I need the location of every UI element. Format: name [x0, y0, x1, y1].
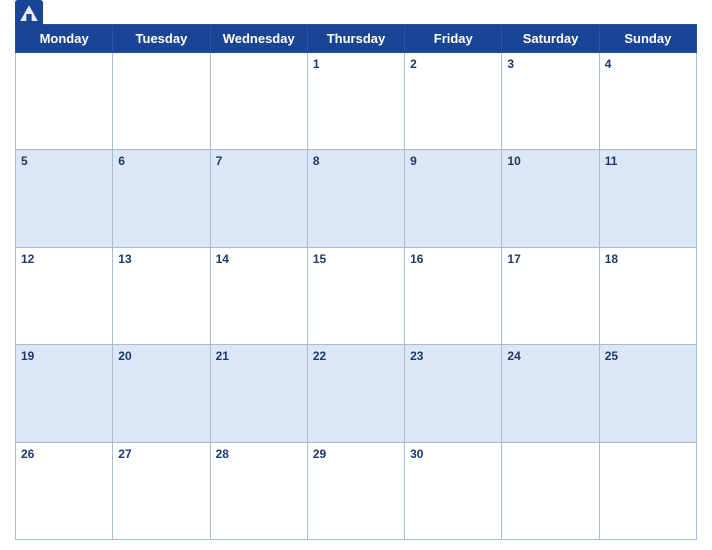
weekday-header-friday: Friday — [405, 25, 502, 53]
day-number: 30 — [410, 447, 423, 461]
calendar-day-empty — [210, 53, 307, 150]
calendar-week-row: 26 27 28 29 30 — [16, 442, 697, 539]
day-number: 2 — [410, 57, 417, 71]
day-number: 22 — [313, 349, 326, 363]
calendar-day-27: 27 — [113, 442, 210, 539]
calendar-day-5: 5 — [16, 150, 113, 247]
day-number: 8 — [313, 154, 320, 168]
day-number: 25 — [605, 349, 618, 363]
logo — [15, 0, 47, 28]
day-number: 28 — [216, 447, 229, 461]
calendar-week-row: 1 2 3 4 — [16, 53, 697, 150]
calendar-day-empty — [16, 53, 113, 150]
calendar-day-15: 15 — [307, 247, 404, 344]
calendar-day-9: 9 — [405, 150, 502, 247]
calendar-day-26: 26 — [16, 442, 113, 539]
calendar-week-row: 19 20 21 22 23 24 25 — [16, 345, 697, 442]
weekday-header-sunday: Sunday — [599, 25, 696, 53]
calendar-day-24: 24 — [502, 345, 599, 442]
day-number: 11 — [605, 154, 618, 168]
calendar-table: MondayTuesdayWednesdayThursdayFridaySatu… — [15, 24, 697, 540]
calendar-body: 1234567891011121314151617181920212223242… — [16, 53, 697, 540]
day-number: 9 — [410, 154, 417, 168]
calendar-header — [15, 10, 697, 18]
day-number: 26 — [21, 447, 34, 461]
calendar-day-18: 18 — [599, 247, 696, 344]
calendar-day-6: 6 — [113, 150, 210, 247]
calendar-day-29: 29 — [307, 442, 404, 539]
day-number: 17 — [507, 252, 520, 266]
calendar-day-19: 19 — [16, 345, 113, 442]
calendar-day-20: 20 — [113, 345, 210, 442]
day-number: 16 — [410, 252, 423, 266]
calendar-day-30: 30 — [405, 442, 502, 539]
calendar-day-10: 10 — [502, 150, 599, 247]
day-number: 27 — [118, 447, 131, 461]
day-number: 6 — [118, 154, 125, 168]
calendar-day-21: 21 — [210, 345, 307, 442]
day-number: 12 — [21, 252, 34, 266]
day-number: 7 — [216, 154, 223, 168]
weekday-header-wednesday: Wednesday — [210, 25, 307, 53]
day-number: 18 — [605, 252, 618, 266]
calendar-day-4: 4 — [599, 53, 696, 150]
day-number: 29 — [313, 447, 326, 461]
day-number: 5 — [21, 154, 28, 168]
day-number: 23 — [410, 349, 423, 363]
calendar-day-23: 23 — [405, 345, 502, 442]
weekday-header-saturday: Saturday — [502, 25, 599, 53]
calendar-day-17: 17 — [502, 247, 599, 344]
calendar-day-28: 28 — [210, 442, 307, 539]
day-number: 20 — [118, 349, 131, 363]
day-number: 1 — [313, 57, 320, 71]
calendar-day-empty — [502, 442, 599, 539]
calendar-week-row: 5 6 7 8 9 10 11 — [16, 150, 697, 247]
logo-icon — [15, 0, 43, 28]
day-number: 3 — [507, 57, 514, 71]
weekday-header-thursday: Thursday — [307, 25, 404, 53]
calendar-day-1: 1 — [307, 53, 404, 150]
calendar-day-22: 22 — [307, 345, 404, 442]
calendar-day-11: 11 — [599, 150, 696, 247]
calendar-day-3: 3 — [502, 53, 599, 150]
calendar-day-8: 8 — [307, 150, 404, 247]
calendar-day-empty — [113, 53, 210, 150]
day-number: 24 — [507, 349, 520, 363]
calendar-day-12: 12 — [16, 247, 113, 344]
calendar-day-2: 2 — [405, 53, 502, 150]
day-number: 13 — [118, 252, 131, 266]
day-number: 10 — [507, 154, 520, 168]
calendar-day-14: 14 — [210, 247, 307, 344]
calendar-day-7: 7 — [210, 150, 307, 247]
day-number: 19 — [21, 349, 34, 363]
calendar-week-row: 12 13 14 15 16 17 18 — [16, 247, 697, 344]
calendar-day-25: 25 — [599, 345, 696, 442]
weekday-header-monday: Monday — [16, 25, 113, 53]
calendar-day-13: 13 — [113, 247, 210, 344]
weekday-header-tuesday: Tuesday — [113, 25, 210, 53]
day-number: 21 — [216, 349, 229, 363]
day-number: 4 — [605, 57, 612, 71]
calendar-day-empty — [599, 442, 696, 539]
calendar-day-16: 16 — [405, 247, 502, 344]
weekday-header-row: MondayTuesdayWednesdayThursdayFridaySatu… — [16, 25, 697, 53]
day-number: 15 — [313, 252, 326, 266]
day-number: 14 — [216, 252, 229, 266]
